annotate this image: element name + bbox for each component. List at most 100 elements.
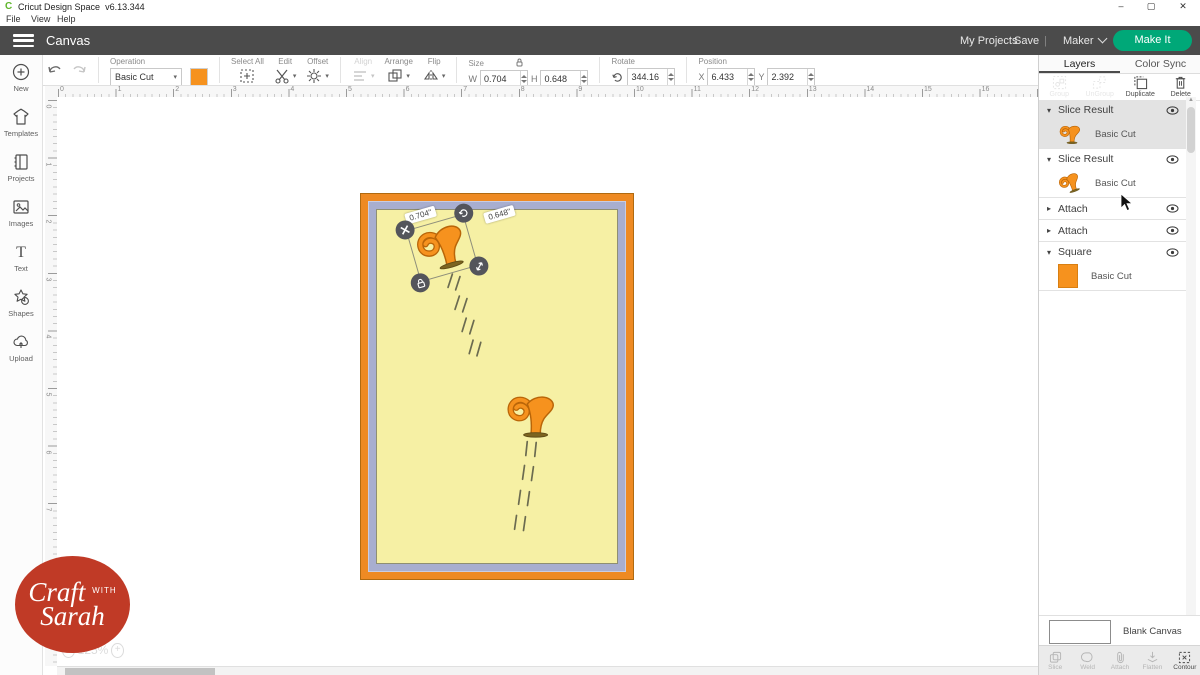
ungroup-button[interactable]: UnGroup <box>1080 73 1121 100</box>
layer-row[interactable]: Basic Cut <box>1039 169 1189 197</box>
blank-canvas-label: Blank Canvas <box>1123 626 1182 637</box>
scrollbar-thumb[interactable] <box>65 668 215 675</box>
caret-collapsed-icon[interactable]: ▸ <box>1047 204 1058 213</box>
attach-button[interactable]: Attach <box>1104 646 1136 675</box>
menu-help[interactable]: Help <box>57 14 76 24</box>
contour-button[interactable]: Contour <box>1169 646 1200 675</box>
menu-file[interactable]: File <box>6 14 21 24</box>
x-position-input[interactable] <box>707 68 755 86</box>
horizontal-scrollbar[interactable] <box>57 666 1038 675</box>
delete-button[interactable]: Delete <box>1161 73 1200 100</box>
y-label: Y <box>758 72 764 82</box>
app-title: Cricut Design Space <box>18 2 100 12</box>
edit-label: Edit <box>278 57 292 66</box>
tab-color-sync[interactable]: Color Sync <box>1120 55 1200 73</box>
visibility-eye-icon[interactable] <box>1166 155 1179 164</box>
ruler-number: 3 <box>233 86 237 93</box>
arrange-icon[interactable] <box>387 68 403 84</box>
layer-group-slice-result-1[interactable]: ▾Slice Result Basic Cut <box>1039 100 1189 149</box>
minimize-icon[interactable]: – <box>1110 1 1132 12</box>
width-label: W <box>468 74 477 84</box>
design-canvas[interactable]: 0.704" 0.648" <box>57 97 1038 666</box>
layer-group-square[interactable]: ▾Square Basic Cut <box>1039 242 1189 291</box>
sidebar-item-projects[interactable]: Projects <box>0 145 42 190</box>
projects-icon <box>11 152 31 172</box>
svg-text:T: T <box>16 244 26 261</box>
undo-icon[interactable] <box>47 62 63 78</box>
ruler-number: 0 <box>44 105 51 109</box>
sidebar-item-templates[interactable]: Templates <box>0 100 42 145</box>
ruler-number: 14 <box>866 86 874 93</box>
visibility-eye-icon[interactable] <box>1166 226 1179 235</box>
menu-view[interactable]: View <box>31 14 50 24</box>
machine-selector[interactable]: Maker <box>1063 35 1106 47</box>
layer-row-attach-1[interactable]: ▸Attach <box>1039 198 1189 220</box>
caret-down-icon[interactable]: ▾ <box>325 72 329 80</box>
redo-icon[interactable] <box>71 62 87 78</box>
blank-canvas-row[interactable]: Blank Canvas <box>1039 615 1200 646</box>
color-swatch[interactable] <box>190 68 208 86</box>
caret-collapsed-icon[interactable]: ▸ <box>1047 226 1058 235</box>
caret-expanded-icon[interactable]: ▾ <box>1047 106 1058 115</box>
sidebar-item-text[interactable]: T Text <box>0 235 42 280</box>
ruler-number: 8 <box>521 86 525 93</box>
my-projects-link[interactable]: My Projects <box>960 35 1017 47</box>
flatten-button[interactable]: Flatten <box>1136 646 1168 675</box>
operation-select[interactable]: Basic Cut▾ <box>110 68 182 86</box>
y-position-input[interactable] <box>767 68 815 86</box>
scrollbar-thumb[interactable] <box>1187 107 1195 153</box>
ruler-number: 4 <box>290 86 294 93</box>
header-divider: | <box>1044 35 1047 47</box>
panel-scrollbar[interactable]: ▲ ▼ <box>1186 97 1196 647</box>
duplicate-button[interactable]: Duplicate <box>1120 73 1161 100</box>
offset-icon[interactable] <box>306 68 322 84</box>
sidebar-item-new[interactable]: New <box>0 55 42 100</box>
sidebar-item-images[interactable]: Images <box>0 190 42 235</box>
rotate-input[interactable] <box>627 68 675 86</box>
caret-down-icon[interactable]: ▾ <box>293 72 297 80</box>
ruler-number: 11 <box>694 86 701 93</box>
app-header: Canvas My Projects Save | Maker Make It <box>0 26 1200 55</box>
x-stepper[interactable] <box>747 69 754 85</box>
tab-layers[interactable]: Layers <box>1039 55 1120 73</box>
select-all-icon[interactable] <box>239 68 255 84</box>
hamburger-menu-icon[interactable] <box>13 34 34 47</box>
scroll-up-icon[interactable]: ▲ <box>1186 97 1196 103</box>
card-project-artwork[interactable] <box>360 193 634 580</box>
flip-icon[interactable] <box>423 68 439 84</box>
rotate-stepper[interactable] <box>667 69 674 85</box>
align-label: Align <box>354 57 372 66</box>
visibility-eye-icon[interactable] <box>1166 204 1179 213</box>
caret-down-icon[interactable]: ▾ <box>406 72 410 80</box>
caret-down-icon[interactable]: ▾ <box>442 72 446 80</box>
visibility-eye-icon[interactable] <box>1166 248 1179 257</box>
visibility-eye-icon[interactable] <box>1166 106 1179 115</box>
layer-row[interactable]: Basic Cut <box>1039 262 1189 290</box>
panel-tabs: Layers Color Sync <box>1039 55 1200 74</box>
caret-down-icon: ▾ <box>173 73 177 81</box>
y-stepper[interactable] <box>807 69 814 85</box>
lock-aspect-icon[interactable] <box>514 57 525 68</box>
close-icon[interactable]: ✕ <box>1172 1 1194 12</box>
slice-button[interactable]: Slice <box>1039 646 1071 675</box>
group-button[interactable]: Group <box>1039 73 1080 100</box>
curl-shape[interactable] <box>505 392 557 440</box>
layer-row-attach-2[interactable]: ▸Attach <box>1039 220 1189 242</box>
ruler-number: 4 <box>44 335 51 339</box>
zoom-in-icon[interactable]: + <box>111 643 124 658</box>
save-link[interactable]: Save <box>1014 35 1039 47</box>
layer-group-slice-result-2[interactable]: ▾Slice Result Basic Cut <box>1039 149 1189 198</box>
blank-canvas-swatch[interactable] <box>1049 620 1111 644</box>
align-icon[interactable] <box>352 68 368 84</box>
edit-scissors-icon[interactable] <box>274 68 290 84</box>
weld-button[interactable]: Weld <box>1071 646 1103 675</box>
layer-row[interactable]: Basic Cut <box>1039 120 1189 148</box>
caret-expanded-icon[interactable]: ▾ <box>1047 155 1058 164</box>
caret-expanded-icon[interactable]: ▾ <box>1047 248 1058 257</box>
sidebar-item-shapes[interactable]: Shapes <box>0 280 42 325</box>
make-it-button[interactable]: Make It <box>1113 30 1192 51</box>
maximize-icon[interactable]: ▢ <box>1140 1 1162 12</box>
card-paper-layer <box>376 209 618 564</box>
sidebar-item-upload[interactable]: Upload <box>0 325 42 370</box>
height-label: H <box>531 74 538 84</box>
